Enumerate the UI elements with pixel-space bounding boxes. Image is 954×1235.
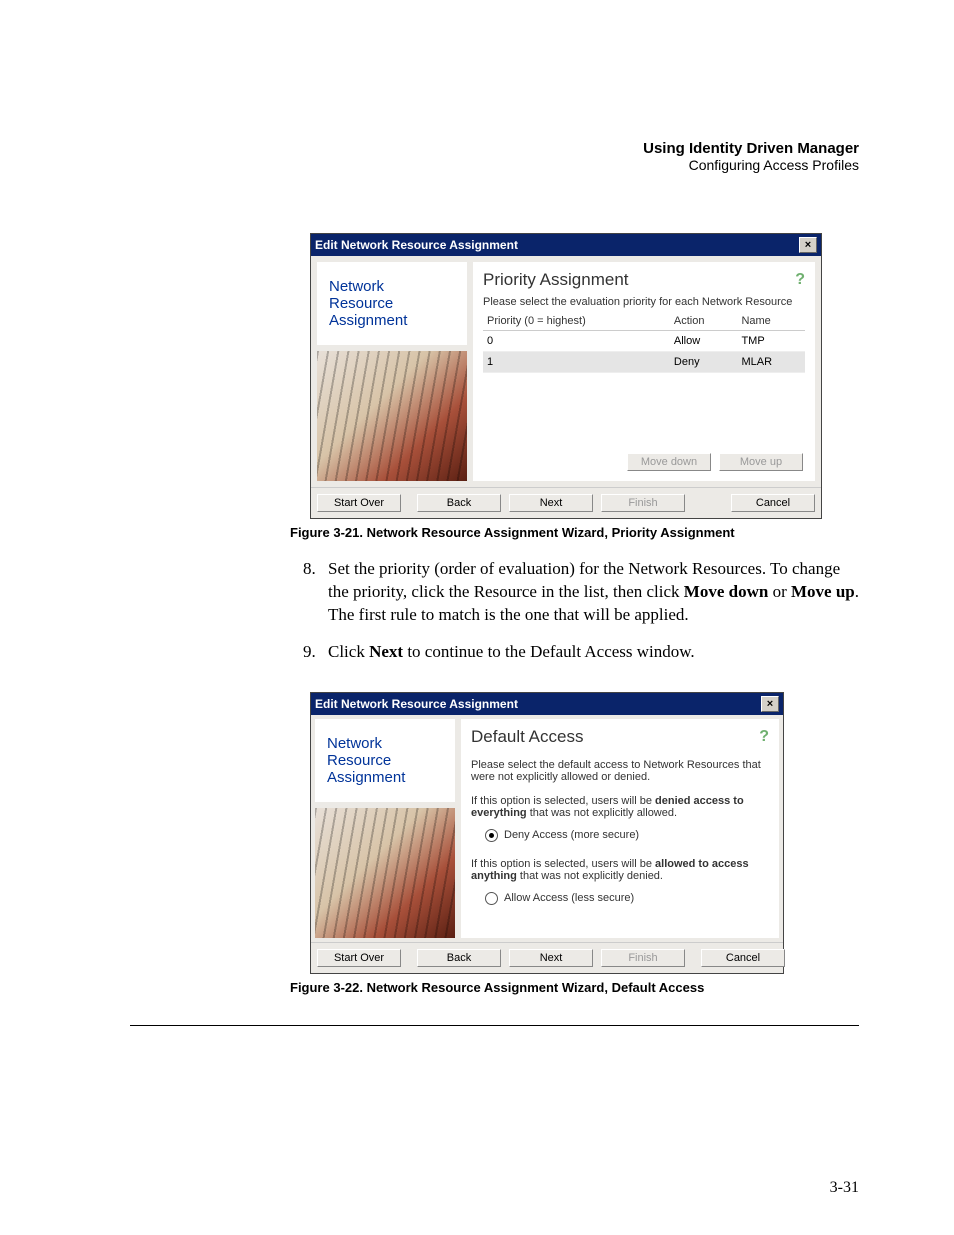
footer-rule [130,1025,859,1026]
move-up-button[interactable]: Move up [719,453,803,471]
move-down-button[interactable]: Move down [627,453,711,471]
wizard-step-label: Network Resource Assignment [315,719,455,802]
start-over-button[interactable]: Start Over [317,494,401,512]
wizard-banner-image [317,351,467,481]
table-row[interactable]: 0 Allow TMP [483,331,805,352]
back-button[interactable]: Back [417,949,501,967]
cancel-button[interactable]: Cancel [731,494,815,512]
close-icon[interactable]: × [761,696,779,712]
allow-description: If this option is selected, users will b… [471,858,769,882]
dialog-title: Edit Network Resource Assignment [315,238,518,252]
figure-caption: Figure 3-22. Network Resource Assignment… [290,980,859,995]
col-name: Name [737,312,805,331]
running-head-subtitle: Configuring Access Profiles [130,157,859,173]
col-priority: Priority (0 = highest) [483,312,670,331]
panel-heading: Default Access [471,727,583,747]
finish-button[interactable]: Finish [601,949,685,967]
step-9: Click Next to continue to the Default Ac… [320,641,859,664]
next-button[interactable]: Next [509,494,593,512]
wizard-priority-assignment: Edit Network Resource Assignment × Netwo… [310,233,822,519]
dialog-title: Edit Network Resource Assignment [315,697,518,711]
page-number: 3-31 [830,1179,859,1197]
help-icon[interactable]: ? [759,728,769,746]
wizard-default-access: Edit Network Resource Assignment × Netwo… [310,692,784,974]
help-icon[interactable]: ? [795,271,805,289]
running-head-title: Using Identity Driven Manager [130,140,859,157]
wizard-banner-image [315,808,455,938]
radio-off-icon [485,892,498,905]
cancel-button[interactable]: Cancel [701,949,785,967]
wizard-step-label: Network Resource Assignment [317,262,467,345]
table-row[interactable]: 1 Deny MLAR [483,352,805,373]
next-button[interactable]: Next [509,949,593,967]
panel-heading: Priority Assignment [483,270,629,290]
deny-access-radio[interactable]: Deny Access (more secure) [485,829,769,842]
figure-caption: Figure 3-21. Network Resource Assignment… [290,525,859,540]
start-over-button[interactable]: Start Over [317,949,401,967]
close-icon[interactable]: × [799,237,817,253]
priority-table[interactable]: Priority (0 = highest) Action Name 0 All… [483,312,805,373]
allow-access-radio[interactable]: Allow Access (less secure) [485,892,769,905]
panel-instruction: Please select the default access to Netw… [471,759,769,783]
panel-instruction: Please select the evaluation priority fo… [483,296,805,308]
back-button[interactable]: Back [417,494,501,512]
col-action: Action [670,312,738,331]
deny-description: If this option is selected, users will b… [471,795,769,819]
radio-on-icon [485,829,498,842]
step-8: Set the priority (order of evaluation) f… [320,558,859,627]
finish-button[interactable]: Finish [601,494,685,512]
